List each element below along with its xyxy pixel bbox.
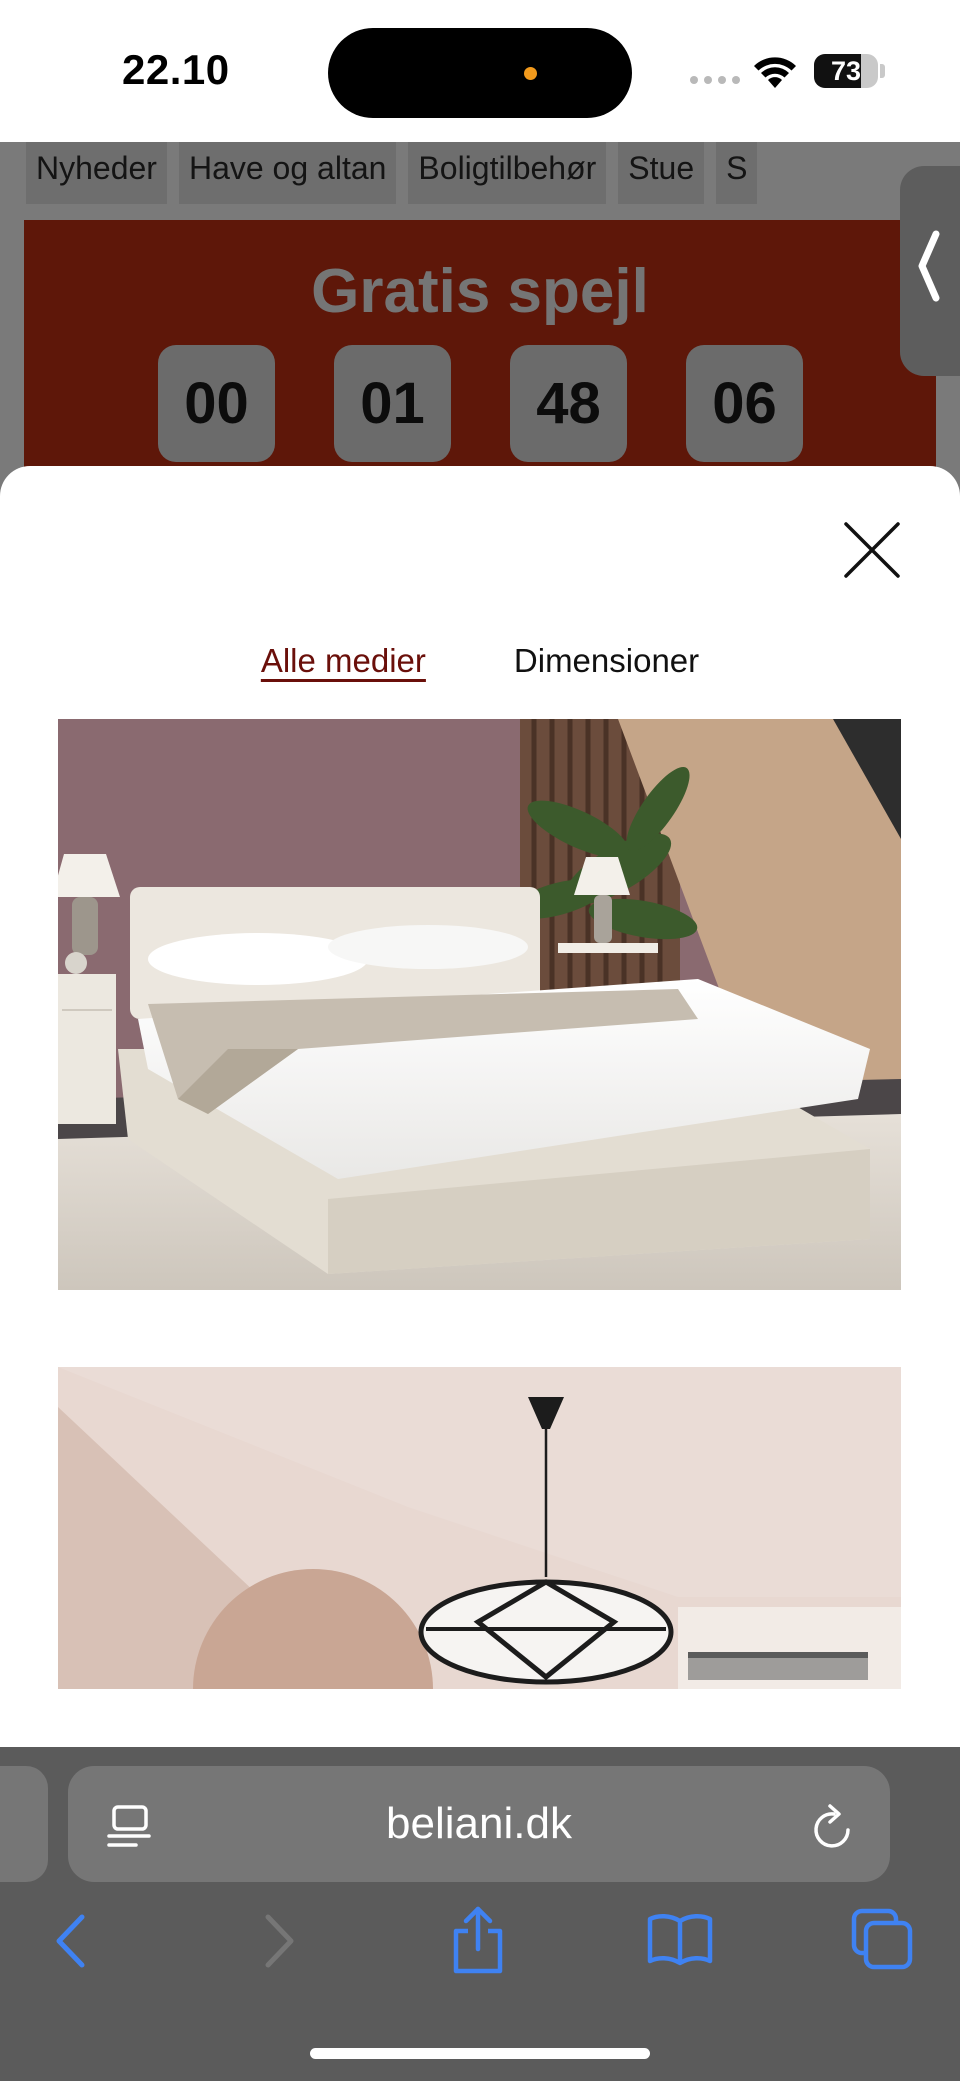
address-bar[interactable]: beliani.dk <box>68 1766 890 1882</box>
status-bar: 22.10 73 <box>0 0 960 142</box>
category-boligtilbehor[interactable]: Boligtilbehør <box>408 142 607 204</box>
reload-icon[interactable] <box>810 1800 856 1852</box>
cellular-signal-icon <box>690 76 740 84</box>
category-nyheder[interactable]: Nyheder <box>26 142 167 204</box>
battery-tip <box>880 64 885 78</box>
countdown-minutes: 48 <box>510 345 627 462</box>
side-drawer-tab[interactable] <box>900 166 960 376</box>
promo-banner: Gratis spejl 00 01 48 06 <box>24 220 936 480</box>
media-image-bed[interactable] <box>58 719 901 1290</box>
media-tabs: Alle medier Dimensioner <box>0 642 960 680</box>
media-image-lamp[interactable] <box>58 1367 901 1689</box>
forward-icon[interactable] <box>262 1911 298 1971</box>
close-button[interactable] <box>840 518 904 582</box>
tab-alle-medier[interactable]: Alle medier <box>261 642 426 680</box>
wifi-icon <box>754 57 796 88</box>
dynamic-island <box>328 28 632 118</box>
home-indicator[interactable] <box>310 2048 650 2059</box>
tab-dimensioner[interactable]: Dimensioner <box>514 642 699 680</box>
countdown-hours: 01 <box>334 345 451 462</box>
countdown-seconds: 06 <box>686 345 803 462</box>
status-time: 22.10 <box>122 46 230 93</box>
pendant-lamp-photo <box>58 1367 901 1689</box>
promo-title: Gratis spejl <box>311 257 649 326</box>
battery-level: 73 <box>830 56 862 86</box>
category-nav: Nyheder Have og altan Boligtilbehør Stue… <box>26 142 758 204</box>
share-icon[interactable] <box>450 1905 506 1975</box>
battery-icon: 73 <box>814 54 878 88</box>
back-icon[interactable] <box>52 1911 88 1971</box>
category-have-og-altan[interactable]: Have og altan <box>178 142 397 204</box>
browser-toolbar: beliani.dk <box>0 1747 960 2081</box>
chevron-left-icon <box>918 230 940 302</box>
media-modal: Alle medier Dimensioner <box>0 466 960 1747</box>
url-text: beliani.dk <box>386 1799 572 1848</box>
recording-dot-icon <box>524 67 537 80</box>
close-icon <box>844 522 900 578</box>
bed-photo <box>58 719 901 1290</box>
tabs-icon[interactable] <box>850 1907 914 1971</box>
countdown-days: 00 <box>158 345 275 462</box>
previous-tab-preview[interactable] <box>0 1766 48 1882</box>
category-truncated[interactable]: S <box>716 142 758 204</box>
bookmarks-icon[interactable] <box>646 1911 714 1967</box>
countdown-timer: 00 01 48 06 <box>158 345 803 462</box>
category-stue[interactable]: Stue <box>618 142 705 204</box>
